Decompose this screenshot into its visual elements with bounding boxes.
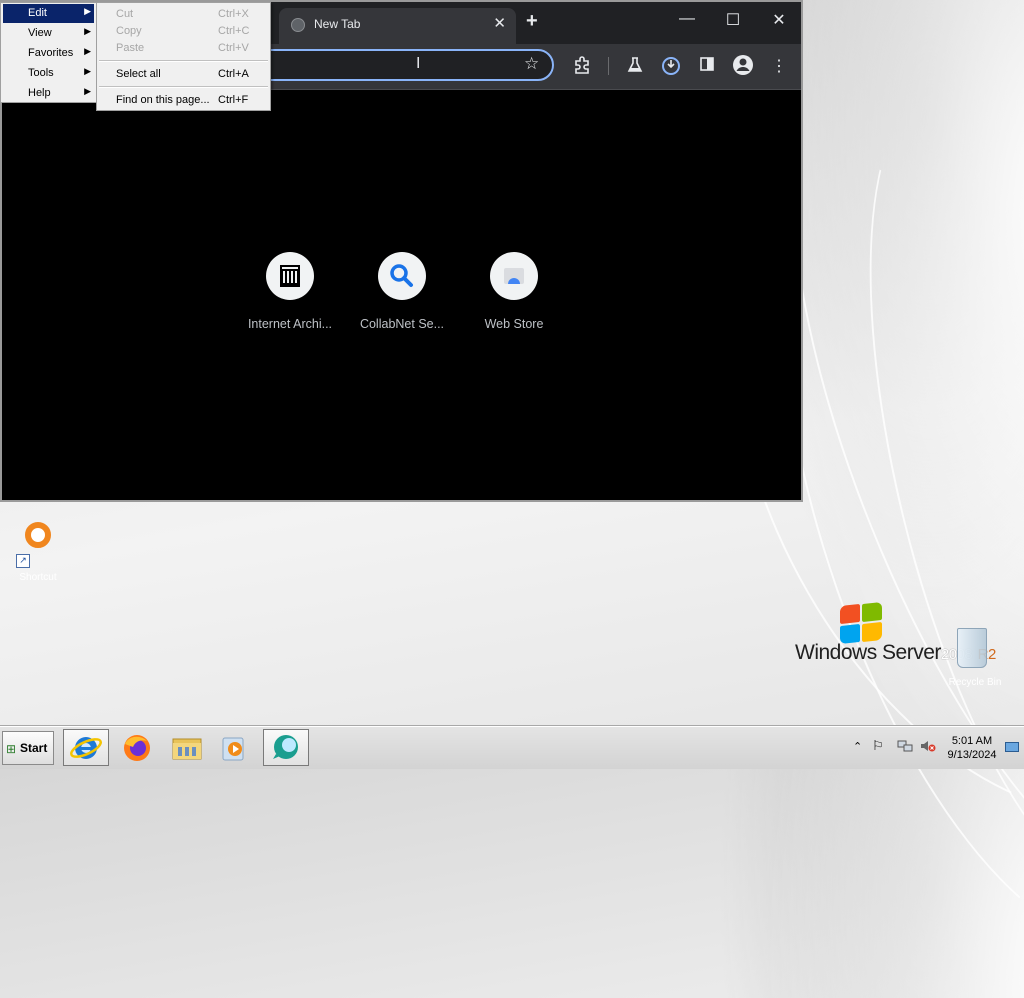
internet-explorer-icon (70, 737, 102, 759)
menu-paste[interactable]: Paste Ctrl+V (99, 39, 268, 57)
shortcut-label: Internet Archi... (247, 317, 333, 331)
search-icon (378, 252, 426, 300)
chat-app-icon (273, 735, 298, 759)
profile-avatar-icon[interactable] (732, 54, 754, 81)
globe-icon (291, 18, 305, 32)
labs-flask-icon[interactable] (624, 56, 646, 79)
more-menu-icon[interactable]: ⋮ (768, 56, 790, 76)
bookmark-star-icon[interactable]: ☆ (524, 54, 539, 74)
shortcut-label: CollabNet Se... (359, 317, 445, 331)
recycle-bin[interactable]: Recycle Bin (945, 624, 1005, 694)
shortcut-collabnet[interactable]: CollabNet Se... (352, 252, 452, 331)
edit-submenu: Cut Ctrl+X Copy Ctrl+C Paste Ctrl+V Select … (96, 2, 271, 111)
taskbar-chrome[interactable] (263, 729, 309, 766)
system-tray: ⌃ ⚐ 5:01 AM 9/13/2024 (849, 729, 1024, 767)
desktop-shortcut-label: Shortcut (19, 572, 57, 583)
tab-close-button[interactable]: ✕ (493, 14, 506, 32)
close-window-button[interactable]: ✕ (764, 10, 794, 30)
minimize-button[interactable]: — (672, 10, 702, 28)
menu-help[interactable]: Help ▶ (3, 84, 94, 103)
taskbar-internet-explorer[interactable] (63, 729, 109, 766)
action-center-flag-icon[interactable]: ⚐ (872, 738, 884, 754)
clock[interactable]: 5:01 AM 9/13/2024 (942, 734, 1002, 762)
start-button[interactable]: ⊞ Start (2, 731, 54, 765)
shortcut-internet-archive[interactable]: Internet Archi... (240, 252, 340, 331)
menu-separator (99, 60, 268, 62)
recycle-bin-icon (957, 628, 987, 668)
address-bar[interactable]: I ☆ (232, 49, 554, 81)
windows-flag-icon: ⊞ (6, 742, 17, 756)
extensions-puzzle-icon[interactable] (571, 56, 593, 79)
app-ring-icon (25, 522, 51, 548)
firefox-icon (124, 735, 150, 761)
network-icon[interactable] (897, 739, 913, 756)
menu-bar: Edit ▶ View ▶ Favorites ▶ Tools ▶ Help ▶ (0, 2, 97, 103)
menu-tools[interactable]: Tools ▶ (3, 64, 94, 83)
taskbar-file-explorer[interactable] (164, 729, 210, 766)
text-cursor-icon: I (416, 55, 421, 72)
show-desktop-icon[interactable] (1005, 742, 1019, 756)
clock-time: 5:01 AM (951, 735, 993, 747)
menu-cut[interactable]: Cut Ctrl+X (99, 5, 268, 23)
desktop-shortcut[interactable]: ↗ Shortcut (10, 522, 66, 583)
update-icon[interactable] (660, 56, 682, 81)
menu-copy[interactable]: Copy Ctrl+C (99, 22, 268, 40)
new-tab-button[interactable]: + (526, 10, 538, 33)
archive-icon (266, 252, 314, 300)
taskbar: ⊞ Start ⌃ ⚐ 5:01 AM 9/13/2024 (0, 726, 1024, 769)
show-hidden-icons-chevron-icon[interactable]: ⌃ (853, 740, 862, 753)
shortcut-web-store[interactable]: Web Store (464, 252, 564, 331)
maximize-button[interactable]: ☐ (718, 10, 748, 30)
menu-separator (99, 86, 268, 88)
taskbar-media-player[interactable] (212, 729, 258, 766)
clock-date: 9/13/2024 (947, 749, 997, 761)
volume-muted-icon[interactable] (920, 739, 936, 756)
recycle-bin-label: Recycle Bin (948, 677, 1002, 688)
shortcut-arrow-icon: ↗ (16, 554, 30, 568)
taskbar-firefox[interactable] (114, 729, 160, 766)
toolbar-divider (608, 57, 609, 75)
side-panel-icon[interactable] (696, 56, 718, 77)
menu-edit[interactable]: Edit ▶ (3, 4, 94, 23)
menu-view[interactable]: View ▶ (3, 24, 94, 43)
menu-find-on-page[interactable]: Find on this page... Ctrl+F (99, 91, 268, 109)
address-input[interactable] (254, 57, 518, 74)
web-store-icon (490, 252, 538, 300)
tab-title: New Tab (314, 17, 361, 31)
folder-icon (172, 738, 202, 760)
menu-favorites[interactable]: Favorites ▶ (3, 44, 94, 63)
windows-logo-icon (838, 601, 884, 645)
media-player-icon (222, 737, 244, 761)
menu-select-all[interactable]: Select all Ctrl+A (99, 65, 268, 83)
shortcut-label: Web Store (484, 317, 544, 331)
tab-new-tab[interactable]: New Tab ✕ (279, 8, 516, 44)
